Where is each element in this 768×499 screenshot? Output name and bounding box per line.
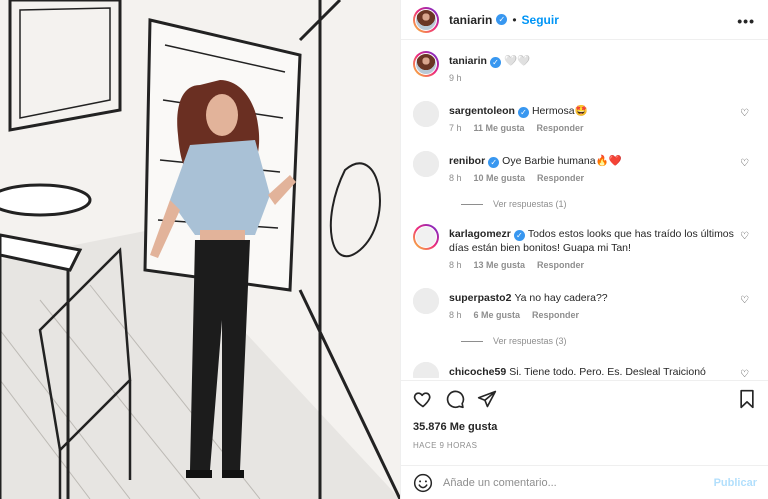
comment-username[interactable]: sargentoleon — [449, 105, 515, 117]
replies-line — [461, 340, 483, 342]
commenter-avatar[interactable] — [413, 288, 439, 314]
comment-icon[interactable] — [445, 389, 465, 409]
comment-time: 8 h — [449, 173, 462, 183]
caption-text: 🤍🤍 — [503, 55, 531, 67]
verified-icon: ✓ — [517, 107, 529, 118]
add-comment-bar: Publicar — [401, 465, 768, 499]
verified-icon: ✓ — [488, 157, 500, 168]
comments-list: taniarin ✓ 🤍🤍 9 h sargentoleon ✓ Hermosa🤩 7 … — [401, 41, 768, 378]
comment-meta: 8 h 6 Me gusta Responder — [449, 310, 579, 320]
photo-illustration — [0, 0, 400, 499]
comment-body: karlagomezr ✓ Todos estos looks que has tr… — [449, 227, 739, 255]
post-header: taniarin ✓ • Seguir ••• — [401, 0, 768, 40]
comment-text: Oye Barbie humana🔥❤️ — [502, 155, 622, 167]
reply-button[interactable]: Responder — [537, 123, 584, 133]
commenter-avatar[interactable] — [413, 362, 439, 378]
caption-meta: 9 h — [449, 73, 462, 83]
caption-time: 9 h — [449, 73, 462, 83]
view-replies-button[interactable]: Ver respuestas (1) — [461, 199, 567, 209]
comment-time: 8 h — [449, 260, 462, 270]
verified-icon: ✓ — [489, 57, 501, 68]
comment-text: Hermosa🤩 — [531, 105, 588, 117]
likes-count[interactable]: 35.876 Me gusta — [413, 421, 497, 433]
author-avatar[interactable] — [413, 6, 439, 33]
caption-username[interactable]: taniarin — [449, 55, 487, 67]
reply-button[interactable]: Responder — [532, 310, 579, 320]
author-username[interactable]: taniarin — [449, 13, 492, 27]
view-replies-label: Ver respuestas (1) — [493, 199, 567, 209]
like-comment-icon[interactable]: ♡ — [740, 295, 749, 306]
view-replies-label: Ver respuestas (3) — [493, 336, 567, 346]
comment-text: Si. Tiene todo. Pero. Es. Desleal Traici… — [509, 366, 706, 378]
verified-icon: ✓ — [513, 230, 525, 241]
like-comment-icon[interactable]: ♡ — [740, 158, 749, 169]
comment-username[interactable]: superpasto2 — [449, 292, 511, 304]
comment-body: chicoche59 Si. Tiene todo. Pero. Es. Desl… — [449, 365, 739, 378]
verified-icon: ✓ — [496, 14, 508, 25]
commenter-avatar[interactable] — [413, 224, 439, 250]
like-comment-icon[interactable]: ♡ — [740, 108, 749, 119]
comment-likes[interactable]: 6 Me gusta — [474, 310, 521, 320]
caption-body: taniarin ✓ 🤍🤍 — [449, 54, 739, 68]
reply-button[interactable]: Responder — [537, 260, 584, 270]
follow-button[interactable]: Seguir — [522, 13, 559, 27]
comment-body: renibor ✓ Oye Barbie humana🔥❤️ — [449, 154, 739, 168]
like-comment-icon[interactable]: ♡ — [740, 231, 749, 242]
commenter-avatar[interactable] — [413, 101, 439, 127]
publish-button[interactable]: Publicar — [714, 477, 757, 489]
comment-username[interactable]: karlagomezr — [449, 228, 511, 240]
comment-body: superpasto2 Ya no hay cadera?? — [449, 291, 739, 305]
save-icon[interactable] — [737, 389, 757, 409]
comment-text: Ya no hay cadera?? — [514, 292, 608, 304]
post-modal: taniarin ✓ • Seguir ••• taniarin ✓ 🤍🤍 9 h — [0, 0, 768, 499]
emoji-icon[interactable] — [413, 473, 433, 493]
commenter-avatar[interactable] — [413, 151, 439, 177]
action-icons — [413, 389, 497, 409]
comment-time: 7 h — [449, 123, 462, 133]
comment-time: 8 h — [449, 310, 462, 320]
comment-meta: 8 h 13 Me gusta Responder — [449, 260, 584, 270]
post-side-panel: taniarin ✓ • Seguir ••• taniarin ✓ 🤍🤍 9 h — [400, 0, 768, 499]
comment-username[interactable]: chicoche59 — [449, 366, 506, 378]
comment-meta: 8 h 10 Me gusta Responder — [449, 173, 584, 183]
replies-line — [461, 203, 483, 205]
comment-likes[interactable]: 11 Me gusta — [474, 123, 525, 133]
comment-body: sargentoleon ✓ Hermosa🤩 — [449, 104, 739, 118]
reply-button[interactable]: Responder — [537, 173, 584, 183]
share-icon[interactable] — [477, 389, 497, 409]
post-time: HACE 9 HORAS — [413, 441, 478, 450]
heart-icon[interactable] — [413, 389, 433, 409]
post-photo[interactable] — [0, 0, 400, 499]
post-actions: 35.876 Me gusta HACE 9 HORAS Publicar — [401, 380, 768, 499]
comment-likes[interactable]: 13 Me gusta — [474, 260, 526, 270]
view-replies-button[interactable]: Ver respuestas (3) — [461, 336, 567, 346]
comment-input[interactable] — [443, 477, 714, 489]
more-icon[interactable]: ••• — [737, 13, 755, 29]
author-avatar[interactable] — [413, 51, 439, 77]
like-comment-icon[interactable]: ♡ — [740, 369, 749, 378]
comment-likes[interactable]: 10 Me gusta — [474, 173, 526, 183]
comment-meta: 7 h 11 Me gusta Responder — [449, 123, 584, 133]
separator-dot: • — [512, 12, 517, 27]
comment-username[interactable]: renibor — [449, 155, 485, 167]
